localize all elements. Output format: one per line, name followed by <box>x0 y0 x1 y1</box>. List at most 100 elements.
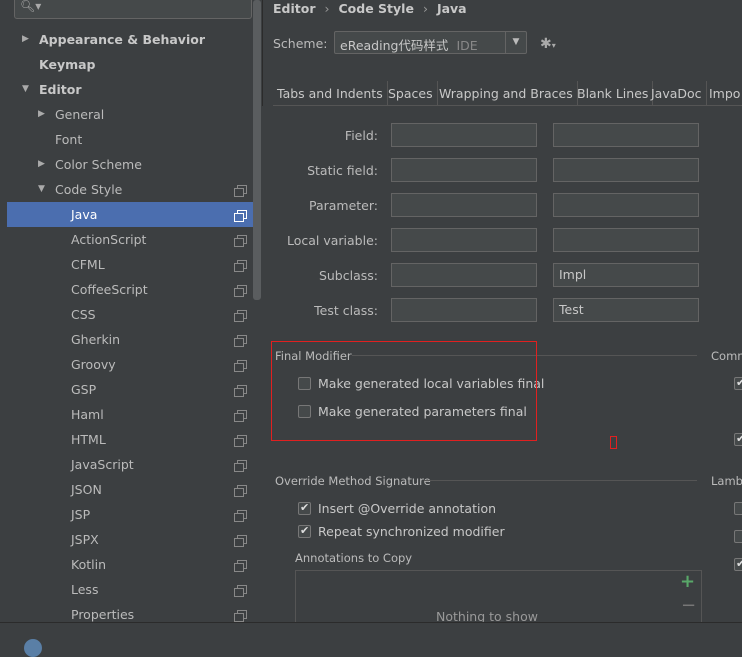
sidebar-scrollbar[interactable] <box>253 0 261 300</box>
sidebar-item[interactable]: ▼ Editor <box>7 77 261 102</box>
sidebar-item-label: Gherkin <box>71 332 121 347</box>
sidebar-item[interactable]: Gherkin <box>7 327 261 352</box>
naming-row-label: Subclass: <box>318 268 378 283</box>
sidebar-item[interactable]: Keymap <box>7 52 261 77</box>
sidebar-item[interactable]: Haml <box>7 402 261 427</box>
comment-option-checkbox[interactable] <box>734 376 742 390</box>
sidebar-item[interactable]: CSS <box>7 302 261 327</box>
highlight-marker <box>610 436 617 449</box>
lambda-option-checkbox[interactable] <box>734 530 742 543</box>
prefix-input[interactable] <box>391 158 537 182</box>
chevron-down-icon[interactable]: ▼ <box>22 77 29 102</box>
copy-icon <box>234 260 247 272</box>
chevron-right-icon[interactable]: ▶ <box>38 102 45 127</box>
lambda-group-title: Lamb <box>711 474 742 488</box>
breadcrumb-java: Java <box>436 1 467 16</box>
suffix-value: Test <box>559 302 584 317</box>
bottom-bar <box>0 622 742 647</box>
scheme-dropdown[interactable]: eReading代码样式 IDE ▼ <box>334 31 527 54</box>
chevron-right-icon[interactable]: ▶ <box>38 152 45 177</box>
chevron-right-icon[interactable]: ▶ <box>22 27 29 52</box>
sidebar-item[interactable]: GSP <box>7 377 261 402</box>
sidebar-item[interactable]: ▼ Code Style <box>7 177 261 202</box>
sidebar-item[interactable]: ActionScript <box>7 227 261 252</box>
sidebar-item[interactable]: HTML <box>7 427 261 452</box>
tab[interactable]: Tabs and Indents <box>273 81 388 105</box>
comment-option-checkbox[interactable] <box>734 432 742 446</box>
repeat-synchronized-checkbox[interactable] <box>298 524 311 538</box>
remove-icon[interactable]: − <box>681 595 696 616</box>
sidebar-item[interactable]: JavaScript <box>7 452 261 477</box>
chevron-down-icon[interactable]: ▼ <box>505 32 526 53</box>
prefix-input[interactable] <box>391 298 537 322</box>
naming-row-label: Static field: <box>307 163 378 178</box>
comment-group-title: Comm <box>711 349 742 363</box>
sidebar-item-label: CFML <box>71 257 105 272</box>
insert-override-label: Insert @Override annotation <box>318 501 497 516</box>
sidebar-item-label: Java <box>71 207 98 222</box>
settings-search-input[interactable]: 🔍︎▾ <box>14 0 252 19</box>
suffix-input[interactable] <box>553 123 699 147</box>
copy-icon <box>234 335 247 347</box>
tab[interactable]: Spaces <box>384 81 438 105</box>
tab[interactable]: Impo <box>705 81 742 105</box>
copy-icon <box>234 560 247 572</box>
divider <box>424 480 697 481</box>
copy-icon <box>234 185 247 197</box>
gear-icon[interactable]: ✱▾ <box>540 36 556 52</box>
sidebar-item[interactable]: ▶ Appearance & Behavior <box>7 27 261 52</box>
insert-override-checkbox[interactable] <box>298 501 311 515</box>
sidebar-item-label: CoffeeScript <box>71 282 148 297</box>
prefix-input[interactable] <box>391 123 537 147</box>
sidebar-item-label: Code Style <box>55 182 123 197</box>
sidebar-item[interactable]: ▶ Color Scheme <box>7 152 261 177</box>
copy-icon <box>234 460 247 472</box>
sidebar-item[interactable]: Groovy <box>7 352 261 377</box>
tab[interactable]: JavaDoc <box>647 81 707 105</box>
sidebar-item[interactable]: CFML <box>7 252 261 277</box>
prefix-input[interactable] <box>391 193 537 217</box>
sidebar-item[interactable]: CoffeeScript <box>7 277 261 302</box>
scheme-hint: IDE <box>456 38 478 53</box>
add-icon[interactable]: + <box>680 571 695 592</box>
sidebar-item-label: GSP <box>71 382 97 397</box>
sidebar-item[interactable]: Less <box>7 577 261 602</box>
sidebar-item-label: ActionScript <box>71 232 147 247</box>
lambda-option-checkbox[interactable] <box>734 557 742 571</box>
sidebar-item-label: JSP <box>71 507 91 522</box>
scheme-value: eReading代码样式 <box>340 38 449 53</box>
copy-icon <box>234 235 247 247</box>
tab[interactable]: Wrapping and Braces <box>435 81 578 105</box>
breadcrumb-editor: Editor <box>273 1 316 16</box>
sidebar-item[interactable]: Font <box>7 127 261 152</box>
naming-row-label: Test class: <box>314 303 378 318</box>
sidebar-item-label: CSS <box>71 307 96 322</box>
copy-icon <box>234 410 247 422</box>
suffix-input[interactable]: Test <box>553 298 699 322</box>
chevron-down-icon[interactable]: ▼ <box>38 177 45 202</box>
breadcrumb-separator: › <box>422 1 428 16</box>
suffix-input[interactable] <box>553 193 699 217</box>
sidebar-item[interactable]: ▶ General <box>7 102 261 127</box>
sidebar-item-label: JSON <box>71 482 102 497</box>
copy-icon <box>234 610 247 622</box>
sidebar-item[interactable]: Kotlin <box>7 552 261 577</box>
copy-icon <box>234 360 247 372</box>
copy-icon <box>234 535 247 547</box>
tab[interactable]: Blank Lines <box>573 81 654 105</box>
sidebar-item[interactable]: JSPX <box>7 527 261 552</box>
prefix-input[interactable] <box>391 228 537 252</box>
suffix-input[interactable]: Impl <box>553 263 699 287</box>
suffix-input[interactable] <box>553 228 699 252</box>
sidebar-item[interactable]: JSP <box>7 502 261 527</box>
sidebar-item-label: JavaScript <box>71 457 134 472</box>
lambda-option-checkbox[interactable] <box>734 502 742 515</box>
sidebar-item[interactable]: Java <box>7 202 261 227</box>
help-icon[interactable] <box>24 639 42 657</box>
sidebar-item[interactable]: JSON <box>7 477 261 502</box>
suffix-input[interactable] <box>553 158 699 182</box>
prefix-input[interactable] <box>391 263 537 287</box>
sidebar-item-label: Appearance & Behavior <box>39 32 205 47</box>
breadcrumb: Editor › Code Style › Java <box>273 0 467 18</box>
sidebar-item-label: Haml <box>71 407 104 422</box>
